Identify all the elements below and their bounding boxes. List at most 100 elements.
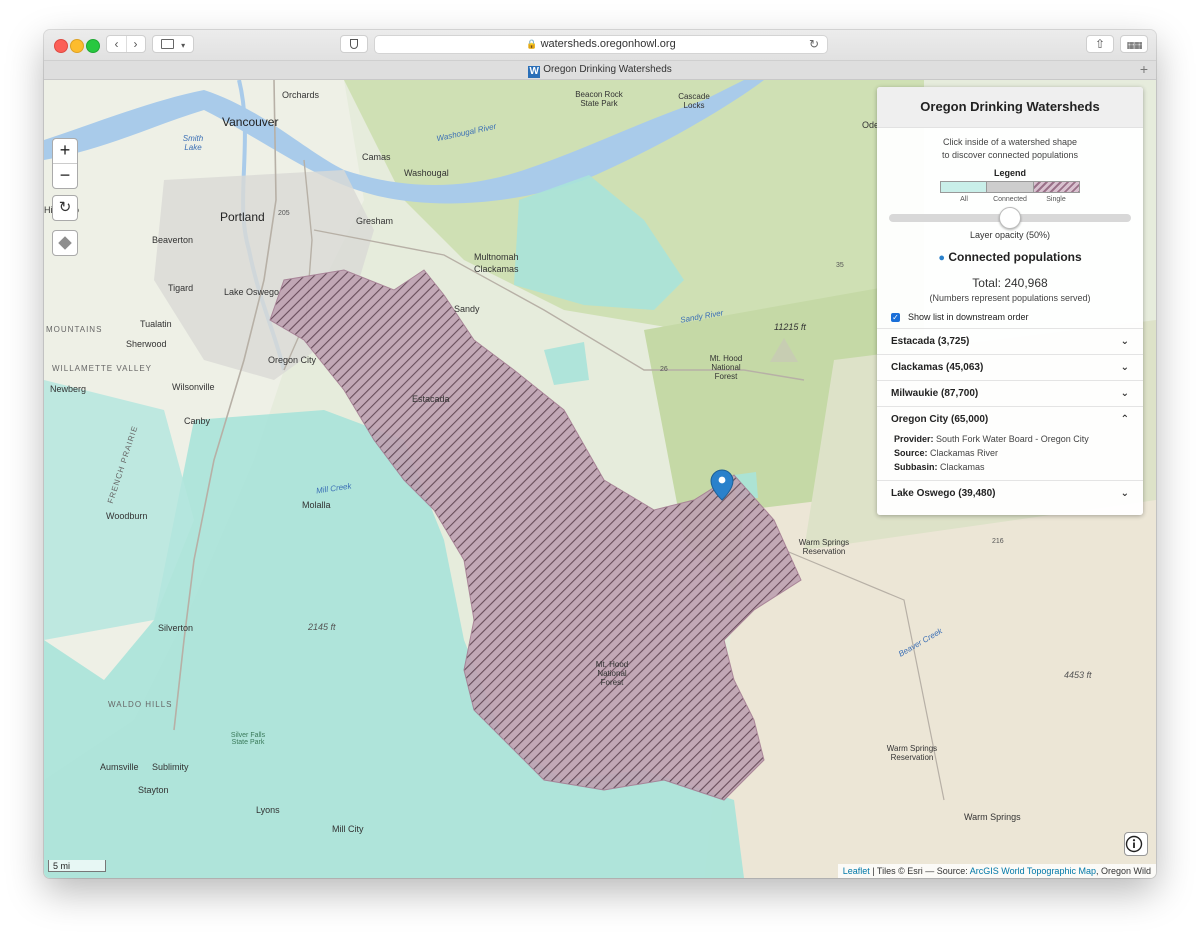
attribution-tiles: | Tiles © Esri — Source:: [869, 866, 970, 876]
map-label-beaverton: Beaverton: [152, 235, 194, 245]
watershed-panel: Oregon Drinking Watersheds Click inside …: [877, 87, 1143, 515]
url-text: watersheds.oregonhowl.org: [540, 38, 676, 50]
legend-title: Legend: [993, 168, 1026, 178]
opacity-slider[interactable]: [889, 207, 1131, 229]
map-label-hwy-216: 216: [992, 538, 1004, 545]
map-label-stayton: Stayton: [138, 785, 169, 795]
map-label-lake-oswego: Lake Oswego: [224, 287, 280, 297]
legend-swatch-single: [1033, 182, 1079, 192]
list-item-header[interactable]: Milwaukie (87,700) ⌄: [891, 381, 1129, 406]
list-item[interactable]: Estacada (3,725) ⌄: [877, 328, 1143, 354]
shield-icon: [350, 39, 358, 49]
favicon-icon: W: [528, 66, 541, 78]
map-label-camas: Camas: [362, 152, 391, 162]
zoom-window-button[interactable]: [86, 39, 100, 53]
list-item[interactable]: Clackamas (45,063) ⌄: [877, 354, 1143, 380]
map-label-mill-city: Mill City: [332, 824, 364, 834]
map-label-sublimity: Sublimity: [152, 762, 189, 772]
zoom-out-button[interactable]: −: [53, 163, 77, 188]
refresh-map-button[interactable]: ↻: [52, 195, 78, 221]
address-bar[interactable]: 🔒 watersheds.oregonhowl.org ↻: [374, 35, 828, 54]
map-label-silver-falls: Silver Falls State Park: [230, 732, 266, 746]
list-item-detail: Provider: South Fork Water Board - Orego…: [891, 432, 1129, 480]
downstream-order-checkbox[interactable]: ✓: [891, 312, 900, 322]
list-item-label: Oregon City (65,000): [891, 414, 989, 425]
title-bar: ‹ › ▾ 🔒 watersheds.oregonhowl.org ↻ ⇧ ▦▦: [44, 30, 1156, 60]
list-item-header[interactable]: Lake Oswego (39,480) ⌄: [891, 481, 1129, 506]
map-label-elevation-2145: 2145 ft: [308, 622, 336, 632]
map-label-tigard: Tigard: [168, 283, 194, 293]
map-label-cascade-locks: Cascade Locks: [678, 92, 710, 110]
list-item-header[interactable]: Clackamas (45,063) ⌄: [891, 355, 1129, 380]
map-label-portland: Portland: [220, 210, 265, 224]
list-item[interactable]: Lake Oswego (39,480) ⌄: [877, 480, 1143, 506]
map-label-washougal: Washougal: [404, 168, 449, 178]
share-icon: ⇧: [1094, 37, 1106, 51]
legend-labels: All Connected Single: [941, 196, 1079, 203]
back-icon[interactable]: ‹: [108, 36, 126, 52]
panel-title: Oregon Drinking Watersheds: [877, 87, 1143, 128]
map-label-estacada: Estacada: [412, 394, 450, 404]
info-button[interactable]: [1124, 832, 1148, 856]
downstream-order-toggle[interactable]: ✓ Show list in downstream order: [891, 312, 1143, 322]
leaflet-link[interactable]: Leaflet: [843, 866, 870, 876]
map-label-orchards: Orchards: [282, 90, 320, 100]
panel-hint: Click inside of a watershed shape to dis…: [877, 136, 1143, 162]
map-attribution: Leaflet | Tiles © Esri — Source: ArcGIS …: [837, 864, 1156, 878]
list-item-label: Clackamas (45,063): [891, 362, 984, 373]
provider-row: Provider: South Fork Water Board - Orego…: [894, 434, 1089, 444]
layers-icon: [58, 236, 72, 250]
map-label-mt-hood-nf-south: Mt. Hood National Forest: [595, 660, 629, 687]
close-window-button[interactable]: [54, 39, 68, 53]
map-label-sherwood: Sherwood: [126, 339, 167, 349]
sidebar-button[interactable]: ▾: [152, 35, 194, 53]
list-item-expanded[interactable]: Oregon City (65,000) ⌃ Provider: South F…: [877, 406, 1143, 480]
share-button[interactable]: ⇧: [1086, 35, 1114, 53]
chevron-down-icon: ⌄: [1120, 362, 1129, 373]
info-icon: [1125, 835, 1143, 853]
legend-label-all: All: [960, 196, 968, 203]
tab-bar: W Oregon Drinking Watersheds +: [44, 60, 1156, 80]
map-label-clackamas-county: Clackamas: [474, 264, 519, 274]
source-value: Clackamas River: [930, 448, 999, 458]
legend-bar: [940, 181, 1080, 193]
subbasin-row: Subbasin: Clackamas: [894, 462, 985, 472]
list-item-label: Estacada (3,725): [891, 336, 970, 347]
forward-icon[interactable]: ›: [125, 36, 145, 52]
attribution-suffix: , Oregon Wild: [1095, 866, 1151, 876]
list-item[interactable]: Milwaukie (87,700) ⌄: [877, 380, 1143, 406]
map-label-lyons: Lyons: [256, 805, 280, 815]
opacity-slider-thumb[interactable]: [999, 207, 1021, 229]
list-item-header[interactable]: Estacada (3,725) ⌄: [891, 329, 1129, 354]
map-label-wilsonville: Wilsonville: [172, 382, 215, 392]
connected-populations-title: ● Connected populations: [877, 250, 1143, 264]
map-label-aumsville: Aumsville: [100, 762, 139, 772]
legend-swatch-connected: [986, 182, 1034, 192]
hint-line-1: Click inside of a watershed shape: [942, 137, 1078, 147]
population-list: Estacada (3,725) ⌄ Clackamas (45,063) ⌄ …: [877, 328, 1143, 506]
active-tab[interactable]: W Oregon Drinking Watersheds: [528, 64, 672, 78]
zoom-control: + −: [52, 138, 78, 189]
legend-swatch-all: [941, 182, 987, 192]
map-view[interactable]: Orchards Vancouver Camas Washougal Hills…: [44, 80, 1156, 878]
layers-button[interactable]: [52, 230, 78, 256]
source-row: Source: Clackamas River: [894, 448, 999, 458]
map-label-canby: Canby: [184, 416, 211, 426]
privacy-button[interactable]: [340, 35, 368, 53]
reload-icon[interactable]: ↻: [809, 36, 819, 53]
opacity-label: Layer opacity (50%): [969, 230, 1051, 240]
arcgis-link[interactable]: ArcGIS World Topographic Map: [970, 866, 1096, 876]
list-item-header[interactable]: Oregon City (65,000) ⌃: [891, 407, 1129, 432]
tab-overview-button[interactable]: ▦▦: [1120, 35, 1148, 53]
list-item-label: Lake Oswego (39,480): [891, 488, 996, 499]
zoom-in-button[interactable]: +: [53, 139, 77, 163]
new-tab-icon[interactable]: +: [1136, 62, 1152, 78]
tab-title: Oregon Drinking Watersheds: [543, 64, 672, 75]
map-label-silverton: Silverton: [158, 623, 194, 633]
map-label-smith-lake: Smith Lake: [182, 134, 204, 152]
map-label-warm-springs-res-south: Warm Springs Reservation: [886, 744, 938, 762]
map-label-tualatin: Tualatin: [140, 319, 172, 329]
list-item-label: Milwaukie (87,700): [891, 388, 979, 399]
downstream-order-label: Show list in downstream order: [908, 312, 1029, 322]
minimize-window-button[interactable]: [70, 39, 84, 53]
